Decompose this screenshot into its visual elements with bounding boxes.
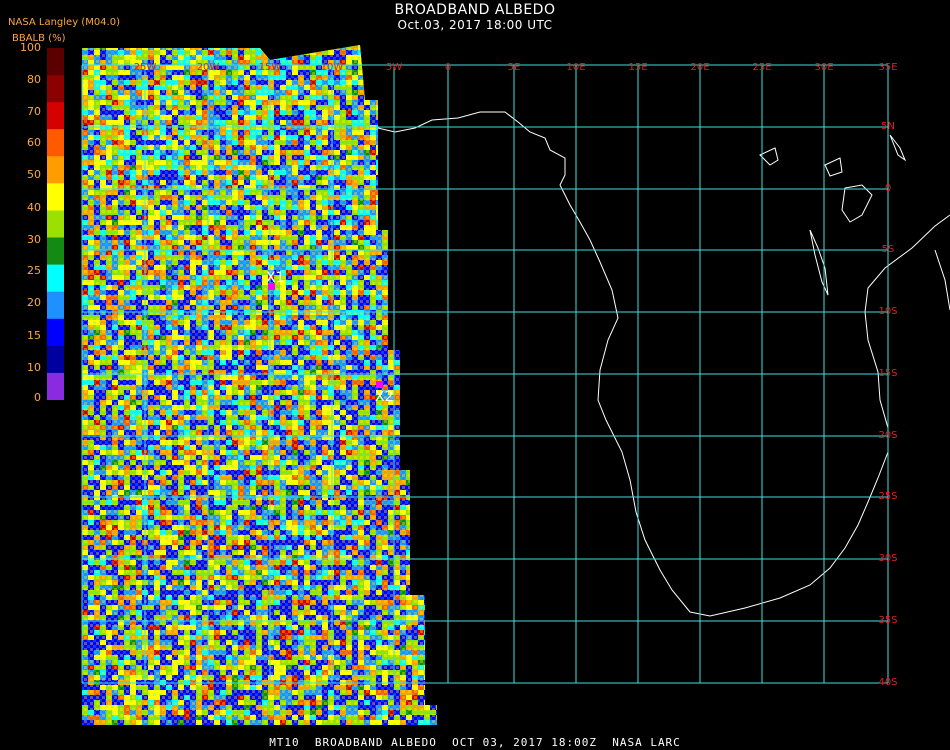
longitude-label: 30E [814,62,833,73]
latitude-label: 15S [878,368,897,379]
latitude-label: 0 [885,183,891,194]
latitude-label: 10S [878,306,897,317]
longitude-label: 0 [445,62,451,73]
latitude-label: 25S [878,491,897,502]
longitude-label: 20W [197,62,220,73]
latitude-label: 30S [878,553,897,564]
africa-coastline [377,111,950,617]
longitude-label: 10W [321,62,344,73]
marker-label: X2 [375,389,394,405]
albedo-map: 25W 20W 15W 10W 5W 0 5E 10E 15E 20E 25E 30E 35E 5N 0 5S… [81,45,950,725]
footer-caption: MT10 BROADBAND ALBEDO OCT 03, 2017 18:00… [269,736,681,749]
latitude-label: 5N [881,121,895,132]
longitude-label: 20E [690,62,709,73]
longitude-label: 10E [566,62,585,73]
longitude-label: 25E [752,62,771,73]
latitude-label: 20S [878,430,897,441]
longitude-label: 35E [878,62,897,73]
latitude-label: 35S [878,615,897,626]
longitude-label: 5E [508,62,521,73]
longitude-label: 25W [134,62,157,73]
marker-square [376,381,383,388]
longitude-label: 5W [386,62,402,73]
latitude-label: 40S [878,677,897,688]
marker-label: X1 [266,270,285,286]
longitude-label: 15W [259,62,282,73]
latitude-label: 5S [882,244,895,255]
longitude-label: 15E [628,62,647,73]
